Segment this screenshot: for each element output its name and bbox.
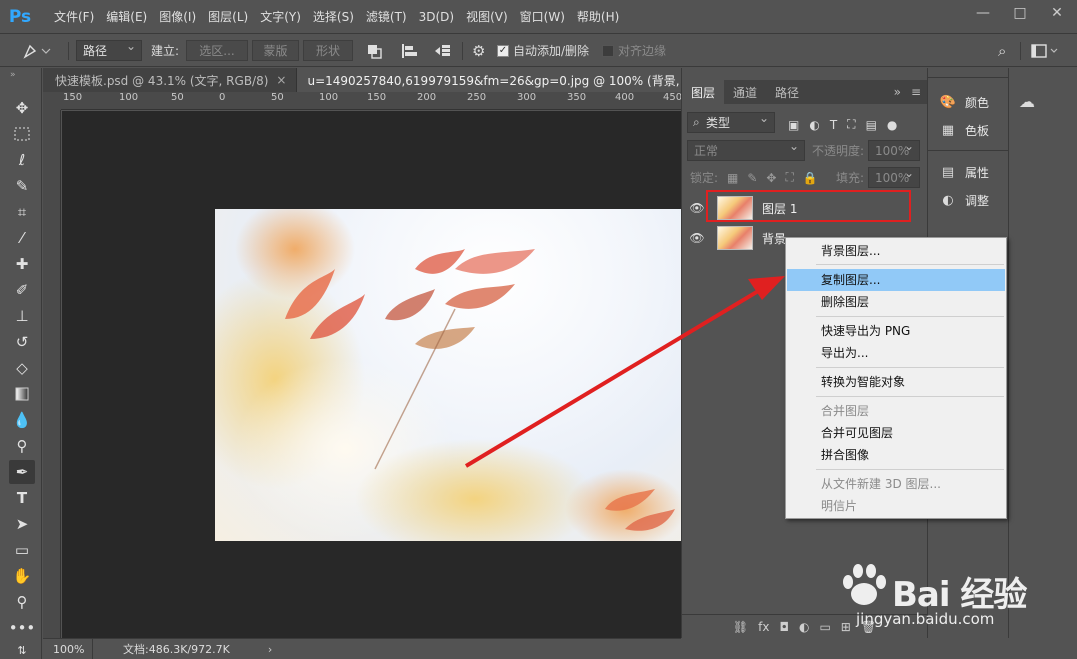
watermark-main: Bai 经验 <box>892 575 1027 615</box>
paw-logo-icon <box>843 564 886 605</box>
watermark-url: jingyan.baidu.com <box>856 610 995 628</box>
baidu-watermark: Bai 经验 jingyan.baidu.com <box>826 560 1066 640</box>
